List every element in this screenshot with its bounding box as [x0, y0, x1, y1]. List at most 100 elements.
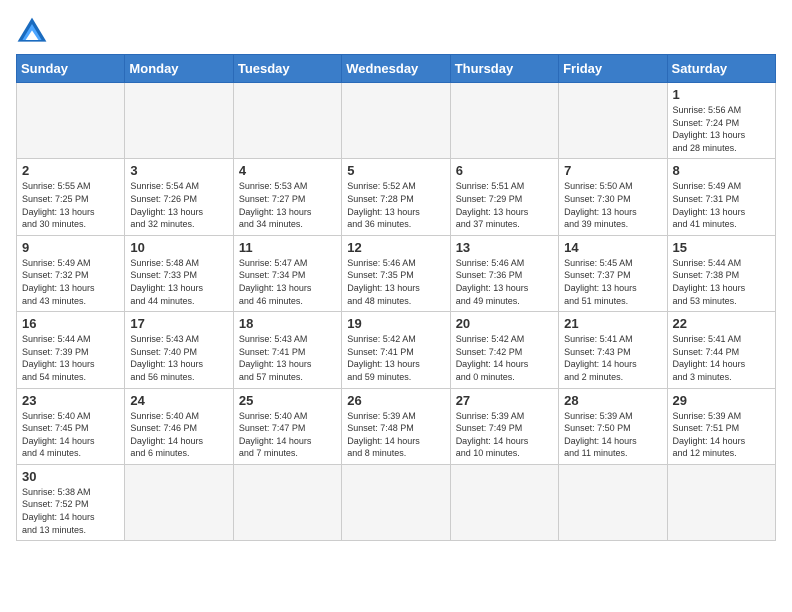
day-info: Sunrise: 5:51 AM Sunset: 7:29 PM Dayligh… [456, 180, 553, 230]
calendar-day-cell: 3 Sunrise: 5:54 AM Sunset: 7:26 PM Daylig… [125, 159, 233, 235]
day-number: 26 [347, 393, 444, 408]
day-number: 18 [239, 316, 336, 331]
calendar-week-row: 2Sunrise: 5:55 AM Sunset: 7:25 PM Daylig… [17, 159, 776, 235]
calendar-day-cell [559, 464, 667, 540]
calendar-day-cell [17, 83, 125, 159]
day-header-wednesday: Wednesday [342, 55, 450, 83]
day-info: Sunrise: 5:46 AM Sunset: 7:36 PM Dayligh… [456, 257, 553, 307]
day-info: Sunrise: 5:40 AM Sunset: 7:45 PM Dayligh… [22, 410, 119, 460]
calendar-day-cell: 21 Sunrise: 5:41 AM Sunset: 7:43 PM Dayli… [559, 312, 667, 388]
calendar-week-row: 16 Sunrise: 5:44 AM Sunset: 7:39 PM Dayli… [17, 312, 776, 388]
day-header-monday: Monday [125, 55, 233, 83]
calendar-day-cell [125, 464, 233, 540]
day-number: 23 [22, 393, 119, 408]
day-info: Sunrise: 5:38 AM Sunset: 7:52 PM Dayligh… [22, 486, 119, 536]
calendar-day-cell [125, 83, 233, 159]
day-info: Sunrise: 5:40 AM Sunset: 7:47 PM Dayligh… [239, 410, 336, 460]
day-number: 1 [673, 87, 770, 102]
day-number: 12 [347, 240, 444, 255]
day-number: 20 [456, 316, 553, 331]
calendar-day-cell: 12 Sunrise: 5:46 AM Sunset: 7:35 PM Dayli… [342, 235, 450, 311]
day-header-friday: Friday [559, 55, 667, 83]
day-number: 19 [347, 316, 444, 331]
calendar-day-cell: 28 Sunrise: 5:39 AM Sunset: 7:50 PM Dayli… [559, 388, 667, 464]
day-info: Sunrise: 5:41 AM Sunset: 7:43 PM Dayligh… [564, 333, 661, 383]
day-number: 15 [673, 240, 770, 255]
day-info: Sunrise: 5:49 AM Sunset: 7:31 PM Dayligh… [673, 180, 770, 230]
day-number: 6 [456, 163, 553, 178]
day-info: Sunrise: 5:53 AM Sunset: 7:27 PM Dayligh… [239, 180, 336, 230]
day-info: Sunrise: 5:44 AM Sunset: 7:38 PM Dayligh… [673, 257, 770, 307]
day-info: Sunrise: 5:44 AM Sunset: 7:39 PM Dayligh… [22, 333, 119, 383]
calendar-day-cell: 6 Sunrise: 5:51 AM Sunset: 7:29 PM Daylig… [450, 159, 558, 235]
day-number: 10 [130, 240, 227, 255]
day-info: Sunrise: 5:56 AM Sunset: 7:24 PM Dayligh… [673, 104, 770, 154]
calendar-day-cell [450, 83, 558, 159]
day-info: Sunrise: 5:46 AM Sunset: 7:35 PM Dayligh… [347, 257, 444, 307]
calendar-week-row: 1 Sunrise: 5:56 AM Sunset: 7:24 PM Daylig… [17, 83, 776, 159]
calendar-day-cell: 16 Sunrise: 5:44 AM Sunset: 7:39 PM Dayli… [17, 312, 125, 388]
day-info: Sunrise: 5:47 AM Sunset: 7:34 PM Dayligh… [239, 257, 336, 307]
day-header-sunday: Sunday [17, 55, 125, 83]
day-info: Sunrise: 5:52 AM Sunset: 7:28 PM Dayligh… [347, 180, 444, 230]
day-info: Sunrise: 5:50 AM Sunset: 7:30 PM Dayligh… [564, 180, 661, 230]
day-info: Sunrise: 5:45 AM Sunset: 7:37 PM Dayligh… [564, 257, 661, 307]
calendar-day-cell: 20 Sunrise: 5:42 AM Sunset: 7:42 PM Dayli… [450, 312, 558, 388]
day-number: 27 [456, 393, 553, 408]
day-number: 25 [239, 393, 336, 408]
calendar-day-cell: 2Sunrise: 5:55 AM Sunset: 7:25 PM Daylig… [17, 159, 125, 235]
calendar-day-cell: 5Sunrise: 5:52 AM Sunset: 7:28 PM Daylig… [342, 159, 450, 235]
calendar-day-cell [233, 464, 341, 540]
calendar-day-cell [667, 464, 775, 540]
day-number: 22 [673, 316, 770, 331]
day-header-thursday: Thursday [450, 55, 558, 83]
calendar-day-cell: 24 Sunrise: 5:40 AM Sunset: 7:46 PM Dayli… [125, 388, 233, 464]
day-number: 3 [130, 163, 227, 178]
calendar-week-row: 23 Sunrise: 5:40 AM Sunset: 7:45 PM Dayli… [17, 388, 776, 464]
calendar-table: SundayMondayTuesdayWednesdayThursdayFrid… [16, 54, 776, 541]
logo [16, 16, 52, 44]
day-number: 4 [239, 163, 336, 178]
day-number: 28 [564, 393, 661, 408]
calendar-day-cell: 14 Sunrise: 5:45 AM Sunset: 7:37 PM Dayli… [559, 235, 667, 311]
day-info: Sunrise: 5:42 AM Sunset: 7:42 PM Dayligh… [456, 333, 553, 383]
day-info: Sunrise: 5:39 AM Sunset: 7:50 PM Dayligh… [564, 410, 661, 460]
calendar-day-cell: 11 Sunrise: 5:47 AM Sunset: 7:34 PM Dayli… [233, 235, 341, 311]
calendar-day-cell: 1 Sunrise: 5:56 AM Sunset: 7:24 PM Daylig… [667, 83, 775, 159]
calendar-day-cell: 27 Sunrise: 5:39 AM Sunset: 7:49 PM Dayli… [450, 388, 558, 464]
day-number: 16 [22, 316, 119, 331]
day-info: Sunrise: 5:42 AM Sunset: 7:41 PM Dayligh… [347, 333, 444, 383]
day-number: 2 [22, 163, 119, 178]
day-info: Sunrise: 5:39 AM Sunset: 7:51 PM Dayligh… [673, 410, 770, 460]
day-number: 21 [564, 316, 661, 331]
calendar-header-row: SundayMondayTuesdayWednesdayThursdayFrid… [17, 55, 776, 83]
calendar-day-cell: 26Sunrise: 5:39 AM Sunset: 7:48 PM Dayli… [342, 388, 450, 464]
day-info: Sunrise: 5:54 AM Sunset: 7:26 PM Dayligh… [130, 180, 227, 230]
day-number: 11 [239, 240, 336, 255]
calendar-day-cell [342, 464, 450, 540]
day-number: 9 [22, 240, 119, 255]
calendar-day-cell: 30 Sunrise: 5:38 AM Sunset: 7:52 PM Dayli… [17, 464, 125, 540]
calendar-day-cell [559, 83, 667, 159]
day-number: 30 [22, 469, 119, 484]
calendar-day-cell: 29 Sunrise: 5:39 AM Sunset: 7:51 PM Dayli… [667, 388, 775, 464]
day-info: Sunrise: 5:40 AM Sunset: 7:46 PM Dayligh… [130, 410, 227, 460]
calendar-day-cell: 15 Sunrise: 5:44 AM Sunset: 7:38 PM Dayli… [667, 235, 775, 311]
calendar-week-row: 30 Sunrise: 5:38 AM Sunset: 7:52 PM Dayli… [17, 464, 776, 540]
day-info: Sunrise: 5:41 AM Sunset: 7:44 PM Dayligh… [673, 333, 770, 383]
calendar-day-cell: 22 Sunrise: 5:41 AM Sunset: 7:44 PM Dayli… [667, 312, 775, 388]
calendar-day-cell [342, 83, 450, 159]
page-header [16, 16, 776, 44]
day-number: 29 [673, 393, 770, 408]
day-info: Sunrise: 5:48 AM Sunset: 7:33 PM Dayligh… [130, 257, 227, 307]
logo-icon [16, 16, 48, 44]
day-info: Sunrise: 5:43 AM Sunset: 7:41 PM Dayligh… [239, 333, 336, 383]
calendar-week-row: 9Sunrise: 5:49 AM Sunset: 7:32 PM Daylig… [17, 235, 776, 311]
day-info: Sunrise: 5:39 AM Sunset: 7:49 PM Dayligh… [456, 410, 553, 460]
calendar-day-cell: 8Sunrise: 5:49 AM Sunset: 7:31 PM Daylig… [667, 159, 775, 235]
calendar-day-cell [450, 464, 558, 540]
day-header-saturday: Saturday [667, 55, 775, 83]
day-info: Sunrise: 5:43 AM Sunset: 7:40 PM Dayligh… [130, 333, 227, 383]
day-number: 24 [130, 393, 227, 408]
day-number: 14 [564, 240, 661, 255]
